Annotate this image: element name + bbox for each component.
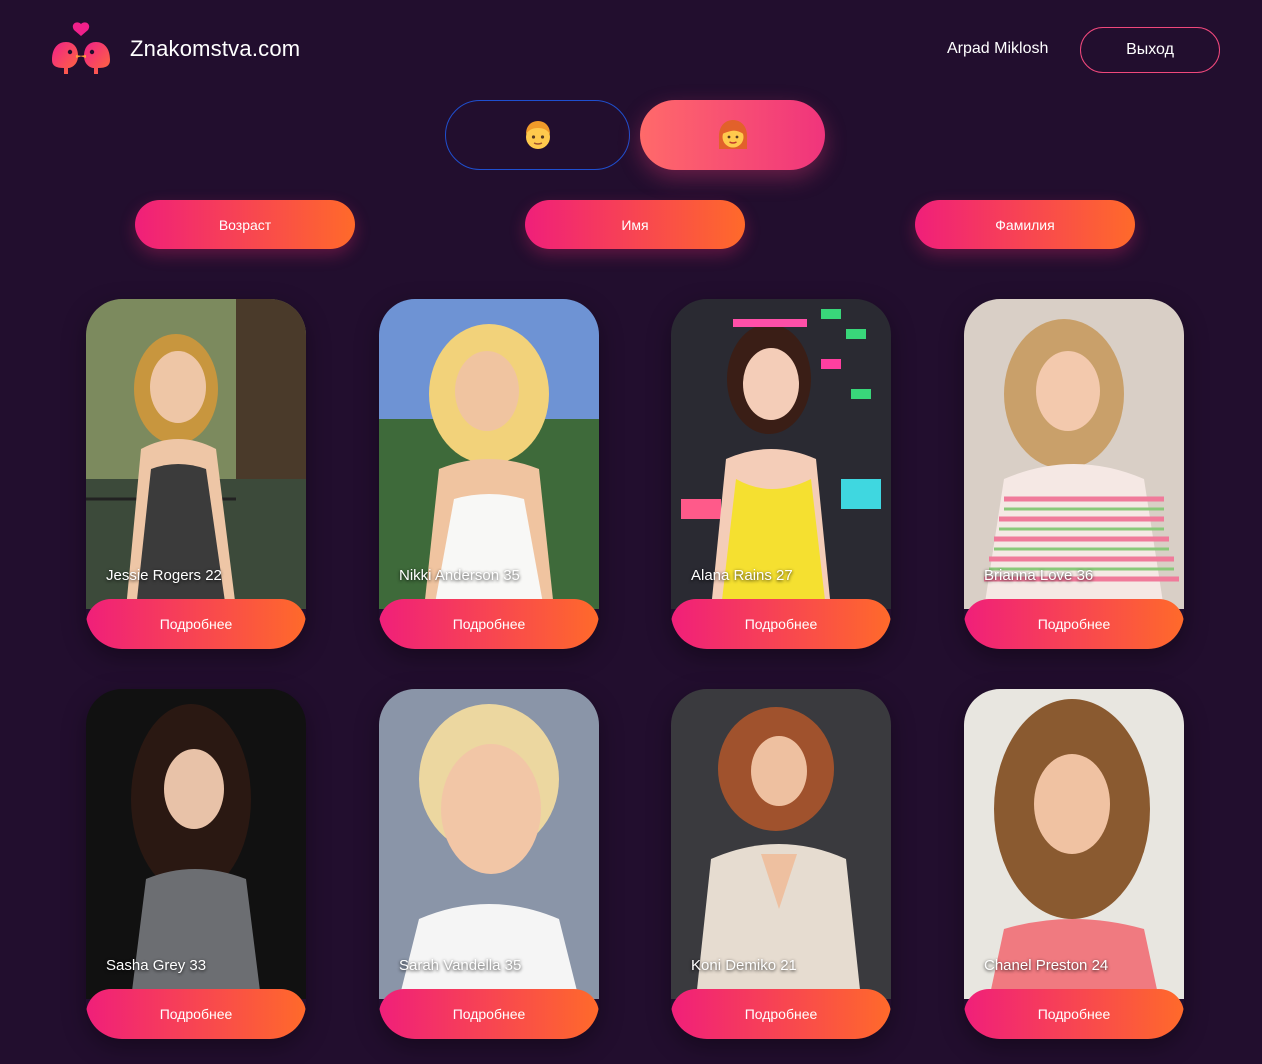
- details-button[interactable]: Подробнее: [379, 599, 599, 649]
- woman-face-icon: [718, 120, 747, 149]
- details-button[interactable]: Подробнее: [671, 989, 891, 1039]
- details-button[interactable]: Подробнее: [964, 989, 1184, 1039]
- sort-by-age-button[interactable]: Возраст: [135, 200, 355, 249]
- profile-caption: Chanel Preston 24: [984, 957, 1109, 974]
- profile-caption: Nikki Anderson 35: [399, 567, 520, 584]
- profile-photo[interactable]: [671, 299, 891, 609]
- page: Znakomstva.com Arpad Miklosh Выход Возра…: [0, 0, 1262, 1064]
- profile-card: Chanel Preston 24 Подробнее: [964, 689, 1184, 1039]
- brand-title[interactable]: Znakomstva.com: [130, 36, 300, 62]
- sort-by-surname-button[interactable]: Фамилия: [915, 200, 1135, 249]
- profile-card: Alana Rains 27 Подробнее: [671, 299, 891, 649]
- logout-button[interactable]: Выход: [1080, 27, 1220, 73]
- profile-photo[interactable]: [379, 299, 599, 609]
- details-button[interactable]: Подробнее: [671, 599, 891, 649]
- profile-card: Nikki Anderson 35 Подробнее: [379, 299, 599, 649]
- profile-photo[interactable]: [379, 689, 599, 999]
- profile-photo[interactable]: [671, 689, 891, 999]
- profile-photo[interactable]: [86, 689, 306, 999]
- details-button[interactable]: Подробнее: [86, 989, 306, 1039]
- profile-caption: Brianna Love 36: [984, 567, 1094, 584]
- profile-card: Koni Demiko 21 Подробнее: [671, 689, 891, 1039]
- profile-card: Sarah Vandella 35 Подробнее: [379, 689, 599, 1039]
- profile-caption: Koni Demiko 21: [691, 957, 797, 974]
- profile-photo[interactable]: [86, 299, 306, 609]
- gender-male-button[interactable]: [445, 100, 630, 170]
- profile-caption: Alana Rains 27: [691, 567, 793, 584]
- details-button[interactable]: Подробнее: [964, 599, 1184, 649]
- details-button[interactable]: Подробнее: [379, 989, 599, 1039]
- boy-face-icon: [525, 121, 550, 149]
- details-button[interactable]: Подробнее: [86, 599, 306, 649]
- gender-female-button[interactable]: [640, 100, 825, 170]
- profile-caption: Sasha Grey 33: [106, 957, 207, 974]
- two-birds-heart-logo-icon[interactable]: [48, 22, 114, 78]
- profile-caption: Sarah Vandella 35: [399, 957, 522, 974]
- profile-card: Sasha Grey 33 Подробнее: [86, 689, 306, 1039]
- sort-by-name-button[interactable]: Имя: [525, 200, 745, 249]
- profile-card: Jessie Rogers 22 Подробнее: [86, 299, 306, 649]
- profile-caption: Jessie Rogers 22: [106, 567, 222, 584]
- profile-photo[interactable]: [964, 299, 1184, 609]
- user-name: Arpad Miklosh: [947, 40, 1049, 57]
- profile-card: Brianna Love 36 Подробнее: [964, 299, 1184, 649]
- profile-photo[interactable]: [964, 689, 1184, 999]
